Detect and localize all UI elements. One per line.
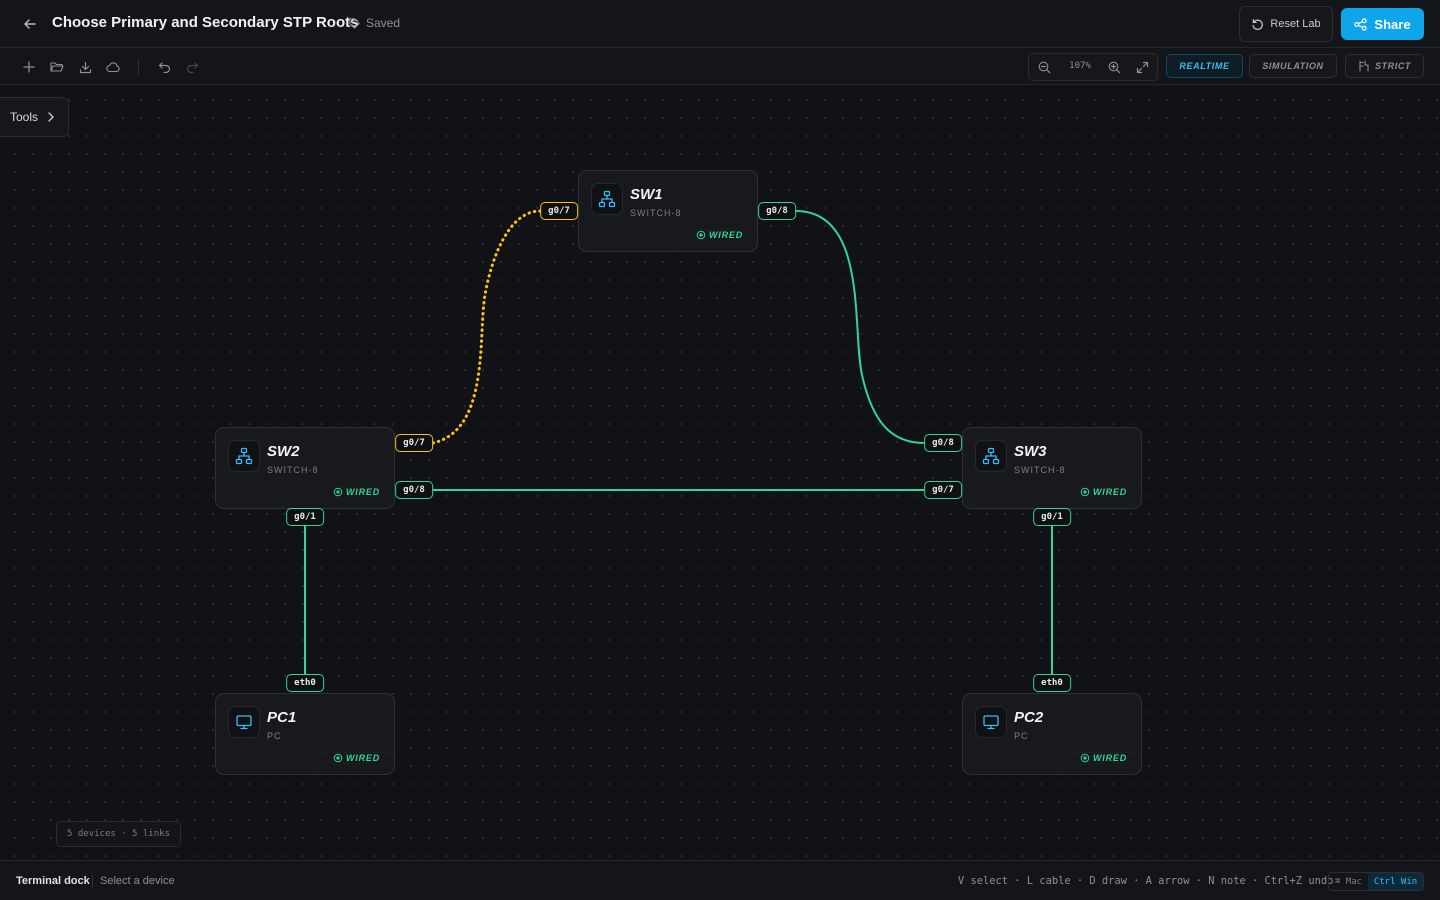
mode-realtime-label: REALTIME (1179, 61, 1230, 71)
device-status: WIRED (1080, 487, 1127, 497)
cloud-icon[interactable] (104, 58, 122, 76)
status-dot-icon (1080, 487, 1090, 497)
zoom-level: 107% (1069, 61, 1091, 71)
device-status-label: WIRED (1093, 487, 1127, 497)
mode-simulation-button[interactable]: SIMULATION (1249, 54, 1337, 78)
share-label: Share (1374, 16, 1411, 32)
tag-icon (349, 17, 360, 29)
status-dot-icon (1080, 753, 1090, 763)
monitor-icon (228, 706, 260, 738)
os-mac-option[interactable]: ⌘ Mac (1329, 873, 1368, 890)
device-sw1[interactable]: SW1 SWITCH-8 WIRED (578, 170, 758, 252)
undo-icon[interactable] (155, 58, 173, 76)
terminal-dock: Terminal dock Select a device V select ·… (0, 860, 1440, 900)
device-model: SWITCH-8 (630, 208, 682, 218)
reset-icon (1252, 18, 1264, 30)
device-name: SW3 (1014, 443, 1047, 460)
reset-lab-label: Reset Lab (1270, 18, 1321, 30)
header: Choose Primary and Secondary STP Roots S… (0, 0, 1440, 48)
switch-icon (591, 183, 623, 215)
switch-icon (975, 440, 1007, 472)
keyboard-shortcuts: V select · L cable · D draw · A arrow · … (958, 875, 1334, 887)
monitor-icon (975, 706, 1007, 738)
mode-simulation-label: SIMULATION (1262, 61, 1324, 71)
port-pc1-eth0[interactable]: eth0 (286, 674, 324, 692)
chevron-right-icon (48, 112, 54, 122)
saved-status: Saved (348, 16, 400, 30)
port-sw3-g0-8[interactable]: g0/8 (924, 434, 962, 452)
page-title: Choose Primary and Secondary STP Roots (52, 14, 359, 31)
mode-strict-button[interactable]: STRICT (1345, 54, 1424, 78)
device-sw3[interactable]: SW3 SWITCH-8 WIRED (962, 427, 1142, 509)
status-dot-icon (333, 753, 343, 763)
dock-hint: Select a device (100, 875, 175, 887)
strict-icon (1359, 60, 1369, 72)
port-sw3-g0-1[interactable]: g0/1 (1033, 508, 1071, 526)
device-status-label: WIRED (346, 753, 380, 763)
device-status: WIRED (1080, 753, 1127, 763)
link-sw1-sw3[interactable] (795, 210, 925, 444)
device-model: SWITCH-8 (1014, 465, 1066, 475)
tools-panel-toggle[interactable]: Tools (0, 97, 69, 137)
download-icon[interactable] (76, 58, 94, 76)
folder-open-icon[interactable] (48, 58, 66, 76)
os-toggle[interactable]: ⌘ Mac Ctrl Win (1328, 872, 1424, 891)
device-name: SW2 (267, 443, 300, 460)
fullscreen-icon[interactable] (1133, 58, 1151, 76)
plus-icon[interactable] (20, 58, 38, 76)
port-sw2-g0-1[interactable]: g0/1 (286, 508, 324, 526)
redo-icon[interactable] (183, 58, 201, 76)
topology-canvas[interactable]: Tools SW1 SWITCH-8 WIRED SW2 SWITCH-8 WI… (0, 85, 1440, 860)
status-dot-icon (333, 487, 343, 497)
device-status: WIRED (333, 753, 380, 763)
port-pc2-eth0[interactable]: eth0 (1033, 674, 1071, 692)
zoom-in-icon[interactable] (1105, 58, 1123, 76)
device-sw2[interactable]: SW2 SWITCH-8 WIRED (215, 427, 395, 509)
toolbar-divider (138, 59, 139, 75)
os-win-option[interactable]: Ctrl Win (1368, 873, 1423, 890)
port-sw3-g0-7[interactable]: g0/7 (924, 481, 962, 499)
device-pc1[interactable]: PC1 PC WIRED (215, 693, 395, 775)
port-sw1-g0-8[interactable]: g0/8 (758, 202, 796, 220)
device-status-label: WIRED (346, 487, 380, 497)
device-status: WIRED (696, 230, 743, 240)
device-pc2[interactable]: PC2 PC WIRED (962, 693, 1142, 775)
saved-label: Saved (366, 16, 401, 30)
dock-divider (92, 874, 93, 888)
zoom-out-icon[interactable] (1035, 58, 1053, 76)
device-name: PC2 (1014, 709, 1044, 726)
switch-icon (228, 440, 260, 472)
share-button[interactable]: Share (1341, 8, 1424, 40)
mode-strict-label: STRICT (1374, 61, 1412, 71)
dock-title[interactable]: Terminal dock (16, 875, 90, 887)
reset-lab-button[interactable]: Reset Lab (1239, 6, 1333, 42)
link-sw1-sw2[interactable] (431, 209, 542, 445)
toolbar: 107% REALTIME SIMULATION STRICT (0, 49, 1440, 85)
mode-realtime-button[interactable]: REALTIME (1166, 54, 1243, 78)
device-model: PC (1014, 731, 1029, 741)
device-name: SW1 (630, 186, 663, 203)
device-status-label: WIRED (709, 230, 743, 240)
device-model: SWITCH-8 (267, 465, 319, 475)
port-sw2-g0-8[interactable]: g0/8 (395, 481, 433, 499)
status-dot-icon (696, 230, 706, 240)
tools-label: Tools (10, 110, 39, 124)
device-status-label: WIRED (1093, 753, 1127, 763)
device-status: WIRED (333, 487, 380, 497)
back-arrow-icon[interactable] (20, 14, 40, 34)
port-sw2-g0-7[interactable]: g0/7 (395, 434, 433, 452)
share-icon (1354, 17, 1368, 31)
port-sw1-g0-7[interactable]: g0/7 (540, 202, 578, 220)
device-name: PC1 (267, 709, 297, 726)
zoom-controls: 107% (1028, 53, 1158, 81)
canvas-stats: 5 devices · 5 links (56, 821, 181, 847)
device-model: PC (267, 731, 282, 741)
